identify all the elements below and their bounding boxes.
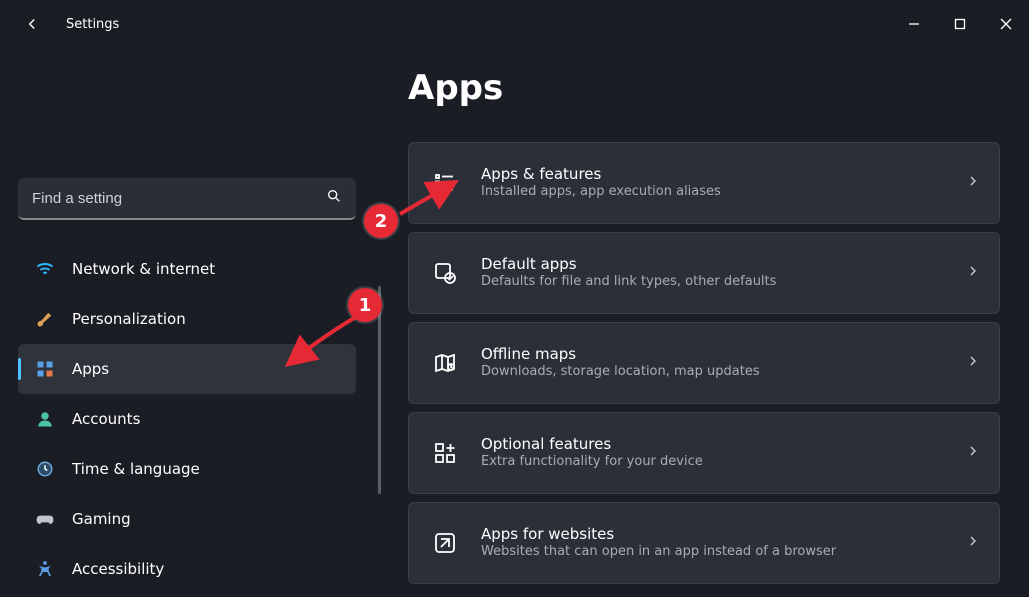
brush-icon (34, 308, 56, 330)
sidebar-scrollbar[interactable] (378, 286, 381, 494)
sidebar-item-label: Accounts (72, 410, 140, 428)
card-optional-features[interactable]: Optional features Extra functionality fo… (408, 412, 1000, 494)
time-icon (34, 458, 56, 480)
sidebar-item-label: Personalization (72, 310, 186, 328)
sidebar-item-label: Apps (72, 360, 109, 378)
titlebar: Settings (0, 0, 1029, 48)
back-button[interactable] (20, 12, 44, 36)
card-title: Default apps (481, 255, 965, 275)
account-icon (34, 408, 56, 430)
card-subtitle: Defaults for file and link types, other … (481, 274, 965, 291)
card-offline-maps[interactable]: Offline maps Downloads, storage location… (408, 322, 1000, 404)
page-title: Apps (408, 68, 503, 108)
card-subtitle: Installed apps, app execution aliases (481, 184, 965, 201)
maximize-button[interactable] (937, 8, 983, 40)
sidebar-item-gaming[interactable]: Gaming (18, 494, 356, 544)
annotation-number-2: 2 (364, 204, 398, 238)
card-title: Offline maps (481, 345, 965, 365)
add-feature-icon (431, 439, 459, 467)
search-icon (326, 188, 342, 208)
sidebar-item-apps[interactable]: Apps (18, 344, 356, 394)
sidebar-item-personalization[interactable]: Personalization (18, 294, 356, 344)
chevron-right-icon (965, 353, 981, 373)
sidebar-item-label: Gaming (72, 510, 131, 528)
wifi-icon (34, 258, 56, 280)
card-apps-websites[interactable]: Apps for websites Websites that can open… (408, 502, 1000, 584)
chevron-right-icon (965, 173, 981, 193)
sidebar-item-label: Network & internet (72, 260, 215, 278)
sidebar-item-time[interactable]: Time & language (18, 444, 356, 494)
close-button[interactable] (983, 8, 1029, 40)
window-controls (891, 8, 1029, 40)
sidebar-item-accounts[interactable]: Accounts (18, 394, 356, 444)
websites-icon (431, 529, 459, 557)
chevron-right-icon (965, 533, 981, 553)
card-subtitle: Extra functionality for your device (481, 454, 965, 471)
card-apps-features[interactable]: Apps & features Installed apps, app exec… (408, 142, 1000, 224)
card-title: Apps for websites (481, 525, 965, 545)
default-apps-icon (431, 259, 459, 287)
sidebar-item-label: Accessibility (72, 560, 164, 578)
accessibility-icon (34, 558, 56, 580)
search-box[interactable] (18, 178, 356, 220)
gaming-icon (34, 508, 56, 530)
card-subtitle: Websites that can open in an app instead… (481, 544, 965, 561)
sidebar-item-accessibility[interactable]: Accessibility (18, 544, 356, 594)
chevron-right-icon (965, 263, 981, 283)
card-title: Apps & features (481, 165, 965, 185)
card-subtitle: Downloads, storage location, map updates (481, 364, 965, 381)
settings-cards: Apps & features Installed apps, app exec… (408, 142, 1000, 584)
sidebar-item-label: Time & language (72, 460, 200, 478)
card-title: Optional features (481, 435, 965, 455)
window-title: Settings (66, 17, 119, 32)
search-input[interactable] (32, 190, 326, 207)
minimize-button[interactable] (891, 8, 937, 40)
map-icon (431, 349, 459, 377)
card-default-apps[interactable]: Default apps Defaults for file and link … (408, 232, 1000, 314)
chevron-right-icon (965, 443, 981, 463)
apps-icon (34, 358, 56, 380)
sidebar-nav: Network & internet Personalization Apps … (18, 244, 356, 594)
list-icon (431, 169, 459, 197)
sidebar-item-network[interactable]: Network & internet (18, 244, 356, 294)
